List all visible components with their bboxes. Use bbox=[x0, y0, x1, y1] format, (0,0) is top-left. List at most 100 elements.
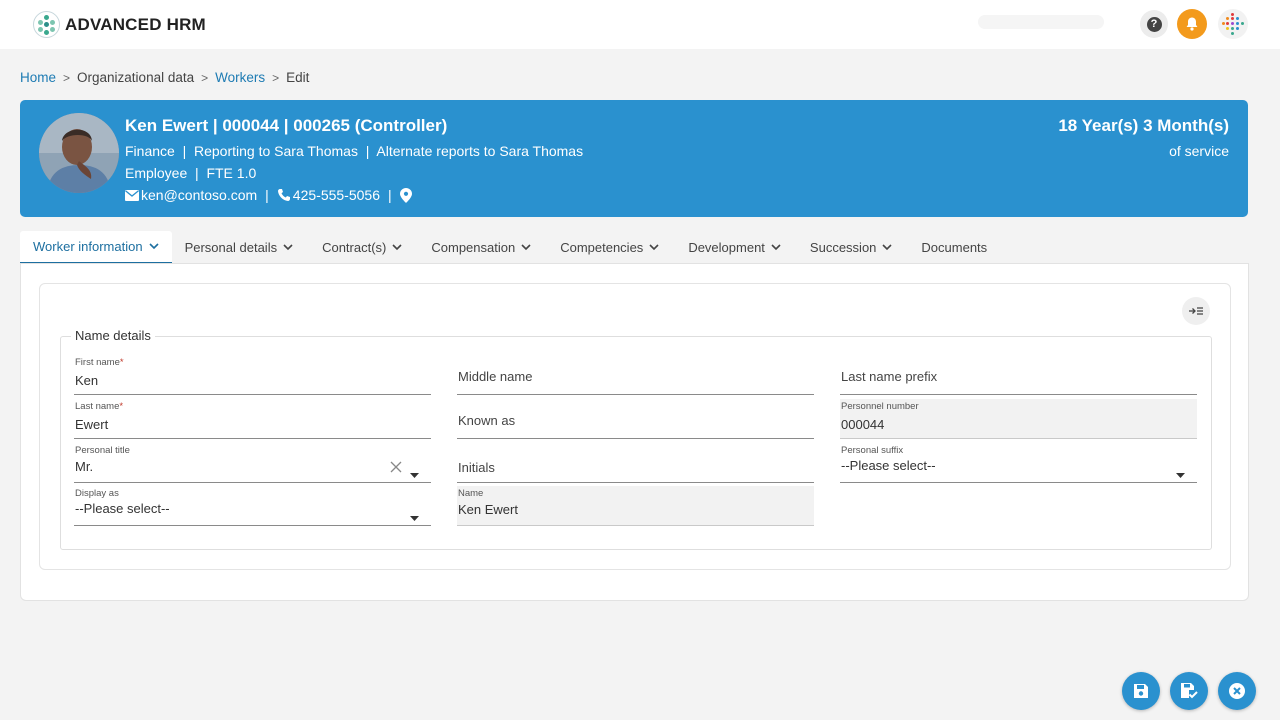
worker-tabs: Worker information Personal details Cont… bbox=[20, 231, 1000, 264]
tab-label: Contract(s) bbox=[322, 240, 387, 255]
save-button[interactable] bbox=[1122, 672, 1160, 710]
notifications-button[interactable] bbox=[1177, 9, 1207, 39]
clear-icon[interactable] bbox=[390, 460, 402, 478]
location-pin-icon[interactable] bbox=[399, 187, 412, 203]
name-value: Ken Ewert bbox=[458, 502, 518, 517]
tab-development[interactable]: Development bbox=[672, 231, 794, 264]
expand-collapse-icon bbox=[1189, 307, 1203, 315]
last-name-prefix-placeholder: Last name prefix bbox=[841, 369, 938, 384]
logo-icon bbox=[33, 11, 60, 38]
tab-personal-details[interactable]: Personal details bbox=[172, 231, 307, 264]
service-caption: of service bbox=[1169, 143, 1229, 159]
field-label: Personal title bbox=[75, 445, 130, 456]
breadcrumb-home[interactable]: Home bbox=[20, 70, 56, 85]
breadcrumb-edit: Edit bbox=[286, 70, 310, 85]
worker-contact-line: ken@contoso.com | 425-555-5056 | bbox=[125, 187, 414, 203]
tab-worker-information[interactable]: Worker information bbox=[20, 231, 172, 264]
known-as-field[interactable]: Known as bbox=[457, 399, 814, 439]
worker-org-line: Finance | Reporting to Sara Thomas | Alt… bbox=[125, 143, 584, 159]
chevron-down-icon bbox=[392, 244, 402, 251]
worker-avatar bbox=[39, 113, 119, 193]
last-name-value: Ewert bbox=[75, 417, 109, 432]
app-logo[interactable]: ADVANCED HRM bbox=[33, 11, 206, 38]
chevron-right-icon: > bbox=[272, 70, 280, 85]
field-label: Personal suffix bbox=[841, 445, 904, 456]
top-bar: ADVANCED HRM ? bbox=[0, 0, 1280, 49]
middle-name-placeholder: Middle name bbox=[458, 369, 533, 384]
name-details-group: Name details First name* Ken Middle name… bbox=[60, 328, 1212, 550]
chevron-down-icon bbox=[771, 244, 781, 251]
tab-compensation[interactable]: Compensation bbox=[415, 231, 544, 264]
breadcrumb: Home > Organizational data > Workers > E… bbox=[20, 70, 309, 85]
tab-label: Compensation bbox=[431, 240, 516, 255]
close-circle-icon bbox=[1229, 683, 1245, 699]
caret-down-icon[interactable] bbox=[1176, 465, 1185, 483]
tab-contracts[interactable]: Contract(s) bbox=[306, 231, 415, 264]
personal-title-select[interactable]: Personal title Mr. bbox=[74, 443, 431, 483]
initials-placeholder: Initials bbox=[458, 460, 495, 475]
first-name-value: Ken bbox=[75, 373, 99, 388]
help-button[interactable]: ? bbox=[1140, 10, 1168, 38]
tab-competencies[interactable]: Competencies bbox=[544, 231, 672, 264]
personnel-number-value: 000044 bbox=[841, 417, 885, 432]
bell-icon bbox=[1186, 17, 1198, 31]
save-check-icon bbox=[1181, 683, 1198, 699]
personal-suffix-select[interactable]: Personal suffix --Please select-- bbox=[840, 443, 1197, 483]
breadcrumb-organizational-data: Organizational data bbox=[77, 70, 195, 85]
dot-grid-icon bbox=[1218, 9, 1248, 39]
display-as-select[interactable]: Display as --Please select-- bbox=[74, 486, 431, 526]
worker-title: Ken Ewert | 000044 | 000265 (Controller) bbox=[125, 116, 448, 135]
worker-header-card: Ken Ewert | 000044 | 000265 (Controller)… bbox=[20, 100, 1248, 217]
chevron-right-icon: > bbox=[63, 70, 71, 85]
tab-label: Development bbox=[688, 240, 765, 255]
tab-label: Personal details bbox=[184, 240, 278, 255]
chevron-down-icon bbox=[283, 244, 293, 251]
known-as-placeholder: Known as bbox=[458, 413, 516, 428]
separator: | bbox=[265, 187, 269, 203]
service-length: 18 Year(s) 3 Month(s) bbox=[1058, 116, 1229, 135]
chevron-right-icon: > bbox=[201, 70, 209, 85]
chevron-down-icon bbox=[882, 244, 892, 251]
envelope-icon bbox=[125, 189, 139, 201]
chevron-down-icon bbox=[521, 244, 531, 251]
personnel-number-field: Personnel number 000044 bbox=[840, 399, 1197, 439]
name-details-legend: Name details bbox=[71, 328, 155, 343]
tab-content-panel: Name details First name* Ken Middle name… bbox=[20, 263, 1249, 601]
last-name-field[interactable]: Last name* Ewert bbox=[74, 399, 431, 439]
chevron-down-icon bbox=[149, 243, 159, 250]
save-and-close-button[interactable] bbox=[1170, 672, 1208, 710]
apps-button[interactable] bbox=[1218, 9, 1248, 39]
last-name-prefix-field[interactable]: Last name prefix bbox=[840, 355, 1197, 395]
tab-label: Worker information bbox=[33, 239, 143, 254]
first-name-field[interactable]: First name* Ken bbox=[74, 355, 431, 395]
field-label: First name* bbox=[75, 357, 124, 368]
tab-label: Competencies bbox=[560, 240, 644, 255]
worker-phone[interactable]: 425-555-5056 bbox=[293, 187, 380, 203]
worker-information-card: Name details First name* Ken Middle name… bbox=[39, 283, 1231, 570]
field-label: Last name* bbox=[75, 401, 124, 412]
field-label: Personnel number bbox=[841, 401, 919, 412]
caret-down-icon[interactable] bbox=[410, 508, 419, 526]
personal-title-value: Mr. bbox=[75, 459, 94, 474]
question-icon: ? bbox=[1146, 16, 1162, 32]
phone-icon bbox=[277, 188, 291, 202]
middle-name-field[interactable]: Middle name bbox=[457, 355, 814, 395]
caret-down-icon[interactable] bbox=[410, 465, 419, 483]
initials-field[interactable]: Initials bbox=[457, 443, 814, 483]
breadcrumb-workers[interactable]: Workers bbox=[215, 70, 265, 85]
worker-type-line: Employee | FTE 1.0 bbox=[125, 165, 257, 181]
tab-label: Succession bbox=[809, 240, 877, 255]
tab-documents[interactable]: Documents bbox=[905, 231, 1000, 264]
personal-suffix-value: --Please select-- bbox=[841, 458, 936, 473]
chevron-down-icon bbox=[649, 244, 659, 251]
field-label: Display as bbox=[75, 488, 119, 499]
tab-label: Documents bbox=[921, 240, 988, 255]
collapse-panel-button[interactable] bbox=[1182, 297, 1210, 325]
tab-succession[interactable]: Succession bbox=[794, 231, 905, 264]
cancel-button[interactable] bbox=[1218, 672, 1256, 710]
field-label: Name bbox=[458, 488, 484, 499]
separator: | bbox=[387, 187, 392, 203]
save-icon bbox=[1134, 684, 1148, 698]
topbar-blurred-area bbox=[978, 15, 1104, 29]
worker-email[interactable]: ken@contoso.com bbox=[141, 187, 257, 203]
